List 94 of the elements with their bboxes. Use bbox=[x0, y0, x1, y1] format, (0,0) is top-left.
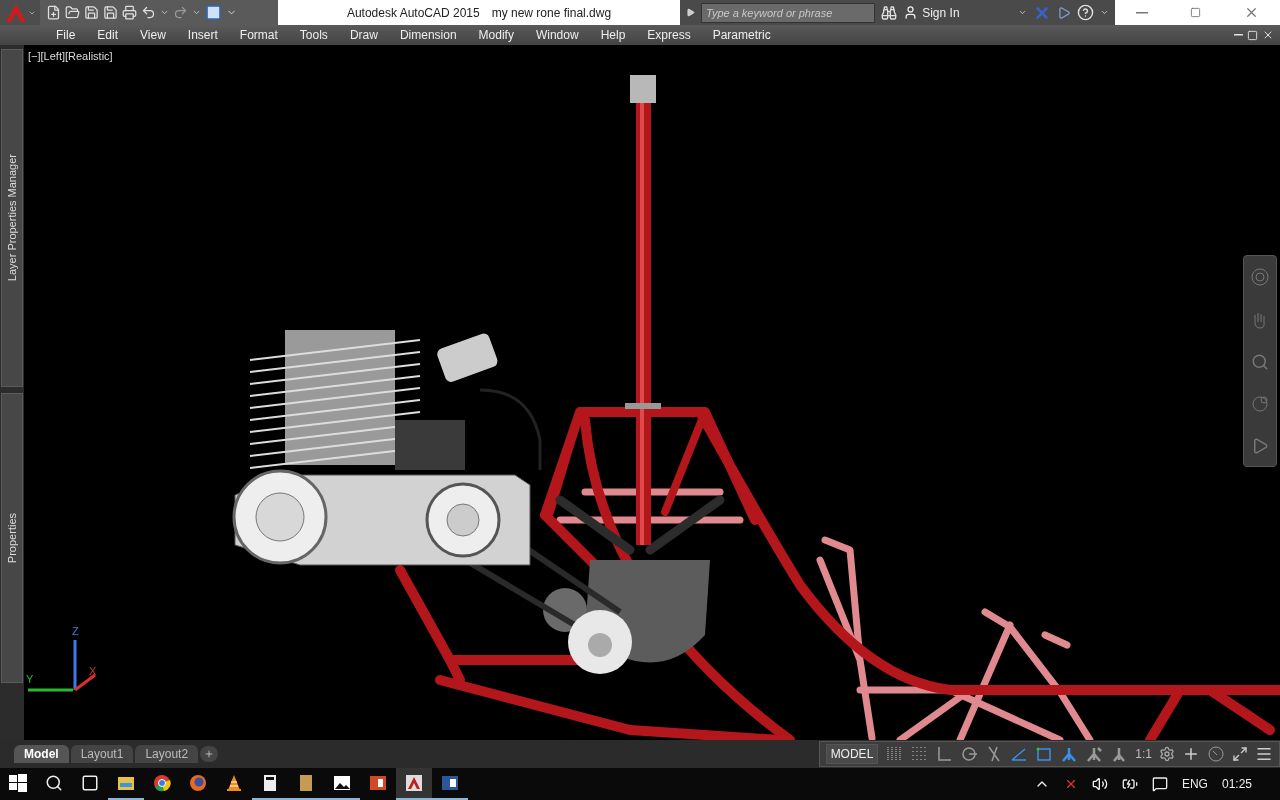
menu-item[interactable]: Express bbox=[636, 28, 702, 42]
viewport-controls[interactable]: [−][Left][Realistic] bbox=[28, 50, 113, 62]
presentation-icon bbox=[368, 773, 388, 793]
layout-tab[interactable]: Layout2 bbox=[135, 745, 199, 763]
ucs-axes-icon bbox=[28, 640, 96, 692]
menu-item[interactable]: Tools bbox=[288, 28, 339, 42]
status-toggle[interactable] bbox=[1085, 745, 1104, 763]
person-icon bbox=[1060, 745, 1079, 763]
open-button[interactable] bbox=[65, 5, 80, 20]
axis-label: Y bbox=[26, 673, 34, 685]
status-toggle[interactable] bbox=[1060, 745, 1079, 763]
menu-item[interactable]: File bbox=[45, 28, 87, 42]
menu-item[interactable]: Modify bbox=[467, 28, 525, 42]
file-name: my new rone final.dwg bbox=[491, 5, 612, 20]
document-icon bbox=[440, 773, 460, 793]
status-toggle[interactable] bbox=[1010, 745, 1029, 763]
app-title: Autodesk AutoCAD 2015 bbox=[346, 5, 480, 20]
layout-tab[interactable]: Layout1 bbox=[70, 745, 134, 763]
restore-drawing-button[interactable] bbox=[1247, 29, 1258, 41]
help-dropdown-button[interactable] bbox=[1100, 8, 1109, 17]
square-point-icon bbox=[1035, 745, 1054, 763]
angle-icon bbox=[1010, 745, 1029, 763]
status-toggle[interactable] bbox=[960, 745, 979, 763]
axis-label: Z bbox=[72, 625, 79, 637]
plus-icon bbox=[204, 749, 215, 759]
crosshair-button[interactable] bbox=[1182, 745, 1200, 763]
status-toggle[interactable] bbox=[1035, 745, 1054, 763]
palette-tab[interactable]: Properties bbox=[1, 393, 23, 683]
menu-item[interactable]: View bbox=[129, 28, 177, 42]
person-icon bbox=[1085, 745, 1104, 763]
grid-icon bbox=[885, 745, 904, 763]
add-layout-button[interactable] bbox=[200, 746, 219, 762]
status-toggle[interactable] bbox=[910, 745, 929, 763]
picture-icon bbox=[332, 773, 352, 793]
language-indicator[interactable]: ENG bbox=[1181, 777, 1208, 791]
menu-item[interactable]: Insert bbox=[176, 28, 229, 42]
new-file-button[interactable] bbox=[46, 5, 61, 20]
expand-button[interactable] bbox=[686, 8, 695, 17]
zoom-button[interactable] bbox=[1251, 353, 1269, 371]
taskbar-app-button[interactable] bbox=[396, 768, 432, 800]
volume-button[interactable] bbox=[1091, 776, 1108, 792]
restore-button[interactable] bbox=[1190, 7, 1202, 18]
sign-in-dropdown-button[interactable] bbox=[1018, 8, 1027, 17]
right-angle-icon bbox=[935, 745, 954, 763]
task-view-icon bbox=[81, 774, 99, 792]
minimize-icon bbox=[1234, 34, 1243, 36]
binoculars-button[interactable] bbox=[881, 4, 898, 21]
search-field[interactable]: Type a keyword or phrase bbox=[701, 2, 876, 23]
windows-logo-icon bbox=[9, 774, 27, 792]
menu-item[interactable]: Parametric bbox=[701, 28, 782, 42]
autocad-logo-icon bbox=[4, 2, 27, 23]
autocad-icon bbox=[404, 773, 424, 793]
circle-angle-icon bbox=[960, 745, 979, 763]
annotation-scale-button[interactable]: 1:1 bbox=[1135, 747, 1152, 761]
chrome-icon bbox=[152, 773, 172, 793]
customization-button[interactable] bbox=[1255, 745, 1273, 763]
menu-item[interactable]: Format bbox=[228, 28, 289, 42]
clock[interactable]: 01:25 bbox=[1221, 777, 1252, 791]
connect-button[interactable] bbox=[1057, 5, 1071, 20]
axis-label: X bbox=[89, 665, 97, 677]
fullscreen-button[interactable] bbox=[1232, 746, 1248, 762]
firefox-icon bbox=[188, 773, 208, 793]
layout-tab[interactable]: Model bbox=[14, 745, 69, 763]
showmotion-button[interactable] bbox=[1251, 436, 1269, 455]
undo-dropdown-button[interactable] bbox=[160, 8, 169, 17]
minimize-icon bbox=[1136, 11, 1149, 14]
redo-dropdown-button[interactable] bbox=[192, 8, 201, 17]
steering-wheel-button[interactable] bbox=[1250, 267, 1270, 288]
undo-button[interactable] bbox=[141, 5, 156, 20]
traffic-cone-icon bbox=[224, 773, 244, 793]
user-icon bbox=[903, 5, 919, 20]
status-toggle[interactable] bbox=[935, 745, 954, 763]
dots-icon bbox=[910, 745, 929, 763]
status-toggle[interactable] bbox=[885, 745, 904, 763]
menu-item[interactable]: Edit bbox=[86, 28, 130, 42]
isolate-button[interactable] bbox=[1207, 745, 1225, 763]
close-drawing-button[interactable] bbox=[1262, 29, 1274, 41]
workspace-settings-button[interactable] bbox=[1159, 746, 1175, 762]
menu-item[interactable]: Draw bbox=[338, 28, 389, 42]
minimize-button[interactable] bbox=[1136, 11, 1149, 14]
menu-item[interactable]: Dimension bbox=[388, 28, 468, 42]
menu-item[interactable]: Window bbox=[524, 28, 590, 42]
sign-in-button[interactable]: Sign In bbox=[903, 5, 1012, 20]
help-button[interactable] bbox=[1077, 4, 1094, 21]
save-button[interactable] bbox=[84, 5, 99, 20]
battery-button[interactable] bbox=[1121, 776, 1138, 792]
model-space-button[interactable]: MODEL bbox=[825, 744, 879, 764]
print-button[interactable] bbox=[122, 5, 137, 20]
menu-item[interactable]: Help bbox=[589, 28, 637, 42]
notifications-button[interactable] bbox=[1151, 776, 1168, 792]
workspace-button[interactable] bbox=[205, 4, 222, 21]
palette-tab[interactable]: Layer Properties Manager bbox=[1, 49, 23, 387]
search-icon bbox=[45, 774, 63, 792]
save-as-button[interactable] bbox=[103, 5, 118, 20]
